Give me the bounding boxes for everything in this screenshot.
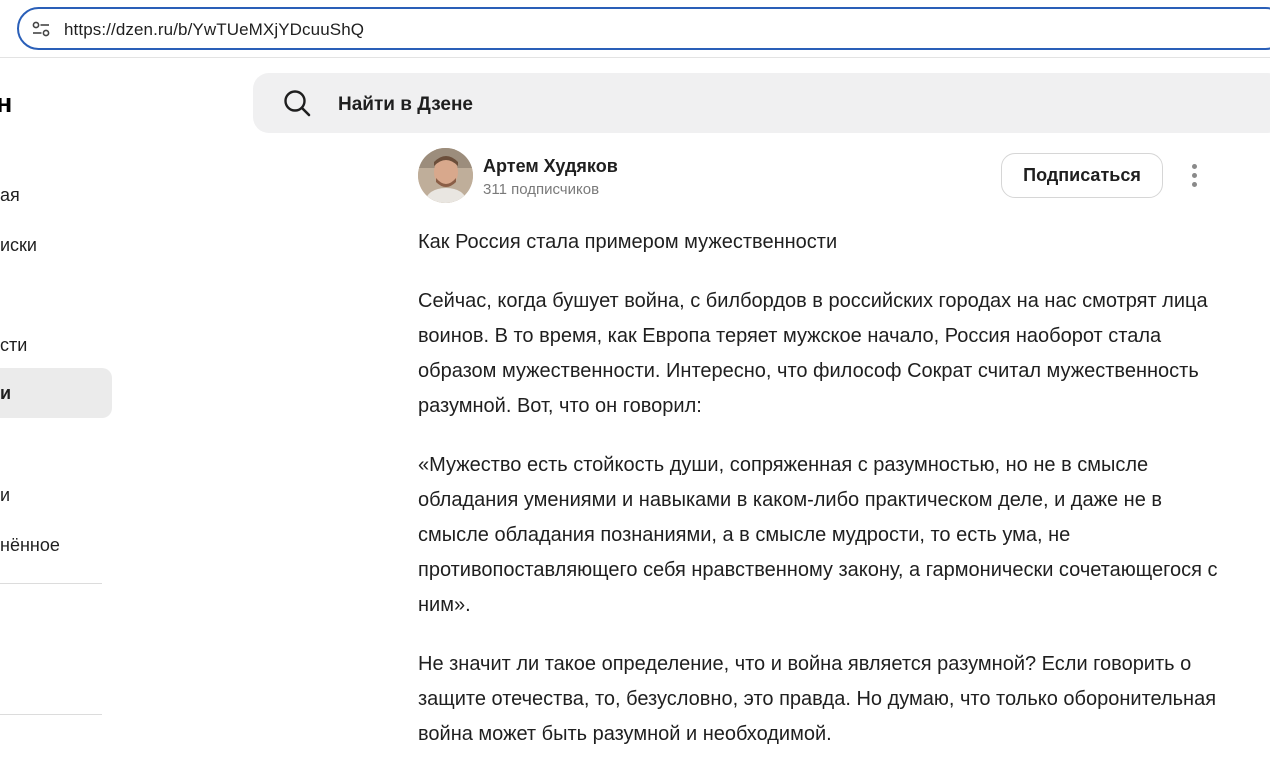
- search-input[interactable]: Найти в Дзене: [338, 94, 473, 116]
- article-title: Как Россия стала примером мужественности: [418, 231, 838, 253]
- article-paragraph: Не значит ли такое определение, что и во…: [418, 653, 1217, 745]
- browser-toolbar: https://dzen.ru/b/YwTUeMXjYDcuuShQ: [0, 0, 1270, 58]
- sidebar-item-active[interactable]: и: [0, 368, 112, 418]
- avatar-photo: [418, 148, 473, 203]
- address-bar[interactable]: https://dzen.ru/b/YwTUeMXjYDcuuShQ: [17, 7, 1270, 50]
- sidebar-item-history[interactable]: и: [0, 470, 112, 520]
- author-name[interactable]: Артем Худяков: [483, 156, 618, 177]
- article-paragraph: «Мужество есть стойкость души, сопряженн…: [418, 454, 1218, 616]
- sidebar-item-news[interactable]: сти: [0, 320, 112, 370]
- sidebar-item-saved[interactable]: нённое: [0, 520, 112, 570]
- dzen-logo[interactable]: н: [0, 88, 12, 119]
- author-avatar[interactable]: [418, 148, 473, 203]
- subscribe-button[interactable]: Подписаться: [1001, 153, 1163, 198]
- sidebar-item-main[interactable]: ая: [0, 170, 112, 220]
- search-bar[interactable]: Найти в Дзене: [253, 73, 1270, 133]
- url-text[interactable]: https://dzen.ru/b/YwTUeMXjYDcuuShQ: [64, 20, 364, 40]
- sidebar-item-subscriptions[interactable]: иски: [0, 220, 112, 270]
- article-body: Как Россия стала примером мужественности…: [418, 225, 1218, 776]
- sidebar-divider: [0, 583, 102, 584]
- sidebar-divider: [0, 714, 102, 715]
- subscriber-count: 311 подписчиков: [483, 181, 600, 198]
- article-paragraph: Сейчас, когда бушует война, с билбордов …: [418, 290, 1208, 417]
- more-options-icon[interactable]: [1184, 163, 1206, 189]
- search-icon: [284, 90, 311, 117]
- site-settings-icon[interactable]: [32, 21, 50, 37]
- left-sidebar: н ая иски сти и и нённое: [0, 58, 120, 777]
